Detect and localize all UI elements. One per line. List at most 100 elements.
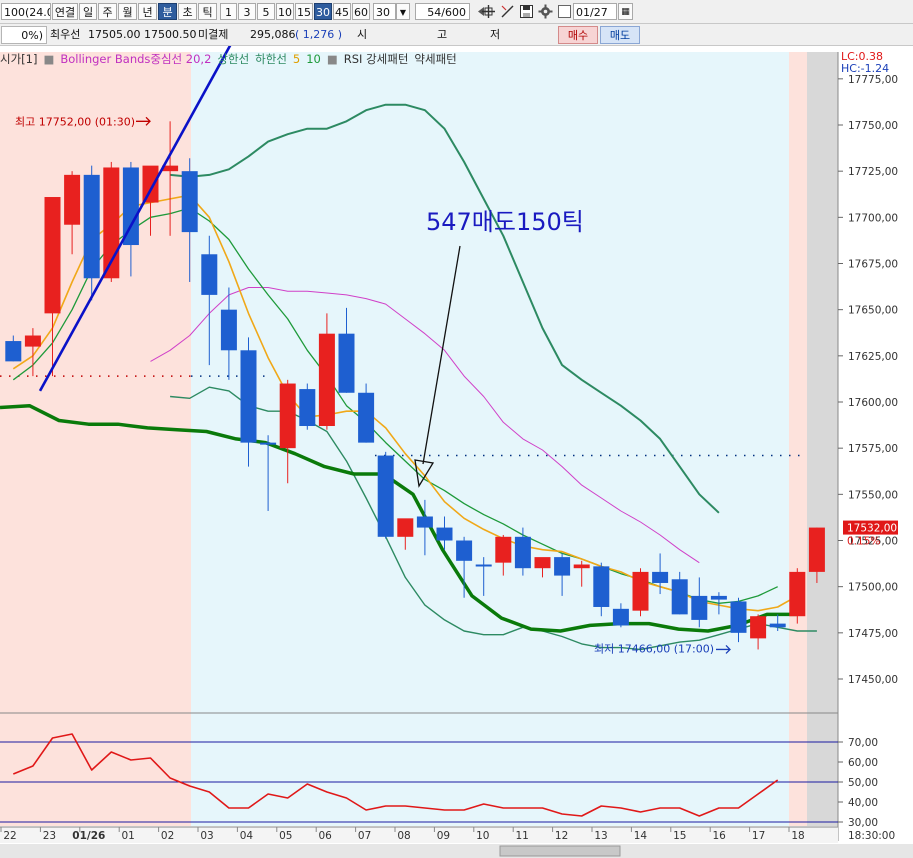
sell-button[interactable]: 매도 [600,26,640,44]
save-icon[interactable] [519,4,534,19]
period-btn-day[interactable]: 일 [79,3,97,20]
price-tick-label: 17475,00 [848,628,898,640]
open-interest-change: ( 1,276 ) [295,28,343,41]
time-axis-label: 11 [516,830,529,842]
interval-select[interactable]: 30 [373,3,396,20]
interval-btn-3[interactable]: 3 [238,3,256,20]
candle-bull [789,571,806,617]
interval-btn-30[interactable]: 30 [314,3,332,20]
period-btn-minute[interactable]: 분 [158,3,177,20]
legend-ma5: 5 [292,52,301,66]
price-tick-label: 17450,00 [848,674,898,686]
legend-ma10: 10 [306,52,321,66]
legend-square-icon-2: ■ [326,52,338,66]
period-btn-week[interactable]: 주 [98,3,117,20]
price-tick-label: 17600,00 [848,397,898,409]
high-annotation: 최고 17752,00 (01:30) [15,115,135,128]
open-interest-label: 미결제 [198,28,229,41]
period-btn-connected[interactable]: 연결 [52,3,78,20]
candle-bull [44,197,61,314]
count-field[interactable]: 54/600 [415,3,470,20]
price-tick-label: 17675,00 [848,259,898,271]
time-axis-label: 06 [319,830,333,842]
crosshair-icon[interactable] [481,4,496,19]
candle-bear [612,608,629,626]
candle-bear [240,350,257,443]
period-btn-second[interactable]: 초 [178,3,197,20]
price-tick-label: 17725,00 [848,166,898,178]
price-tick-label: 17575,00 [848,443,898,455]
time-axis-label: 02 [161,830,174,842]
candle-bull [534,557,551,569]
period-btn-year[interactable]: 년 [138,3,157,20]
open-interest-value: 295,086 [250,28,296,41]
candle-bear [201,254,218,295]
period-btn-month[interactable]: 월 [118,3,137,20]
interval-btn-10[interactable]: 10 [276,3,294,20]
legend-rsi-strong: RSI 강세패턴 [343,52,409,66]
time-axis-label: 14 [634,830,648,842]
candle-bull [64,174,81,225]
candle-bear [436,527,453,541]
candle-bear [691,595,708,620]
interval-btn-60[interactable]: 60 [352,3,370,20]
horizontal-scrollbar [0,844,913,858]
last-change-label: 0.15% [847,536,880,548]
legend-series: 시가[1] [0,52,38,66]
candle-bull [808,527,825,572]
candle-bear [456,540,473,561]
candle-bear [769,623,786,628]
interval-btn-5[interactable]: 5 [257,3,275,20]
price-tick-label: 17750,00 [848,120,898,132]
rsi-tick-label: 40,00 [848,797,878,809]
date-checkbox[interactable] [558,5,571,18]
candle-bear [299,389,316,427]
time-axis-label: 23 [43,830,56,842]
indicator-legend: 시가[1] ■ Bollinger Bands중심선 20,2 상한선 하한선 5 10 ■ R… [0,51,463,67]
candle-bear [710,595,727,600]
time-axis-label: 09 [437,830,450,842]
legend-bb-mid: Bollinger Bands중심선 20,2 [60,52,212,66]
candle-bear [593,566,610,607]
time-axis-label: 10 [476,830,489,842]
interval-btn-1[interactable]: 1 [220,3,237,20]
price-chart[interactable]: 17775,00 17750,00 17725,00 17700,00 17675,00… [0,46,913,858]
chart-toolbar: 100(24.0 연결 일 주 월 년 분 초 틱 1 3 5 10 15 30… [0,0,913,24]
buy-button[interactable]: 매수 [558,26,598,44]
rsi-tick-label: 30,00 [848,817,878,829]
time-axis-label: 15 [673,830,686,842]
candle-bear [730,601,747,633]
custom-annotation: 547매도150틱 [426,208,584,236]
code-field[interactable]: 100(24.0 [1,3,51,20]
time-axis-label: 17 [752,830,765,842]
price-tick-label: 17700,00 [848,212,898,224]
price-tick-label: 17650,00 [848,305,898,317]
candle-bull [24,335,41,347]
low-annotation: 최저 17466,00 (17:00) [594,642,714,655]
time-axis-label: 16 [713,830,727,842]
interval-dropdown-arrow-icon[interactable]: ▼ [396,3,410,20]
period-btn-tick[interactable]: 틱 [198,3,217,20]
draw-line-icon[interactable] [500,4,515,19]
calendar-icon[interactable]: ▦ [618,3,633,20]
high-price-label: 고 [437,28,448,41]
candle-bear [475,564,492,567]
candle-bear [5,341,22,362]
time-axis-label: 07 [358,830,371,842]
candle-bear [181,171,198,233]
rsi-tick-label: 50,00 [848,777,878,789]
candle-bear [671,579,688,615]
candle-bull [495,536,512,563]
time-axis-label: 05 [279,830,292,842]
legend-rsi-weak: 약세패턴 [414,52,457,66]
candle-bear [358,392,375,443]
rsi-tick-label: 70,00 [848,737,878,749]
interval-btn-15[interactable]: 15 [295,3,313,20]
gear-icon[interactable] [538,4,553,19]
candle-bull [142,165,159,203]
best-bid-label: 최우선 [50,28,81,41]
candle-bear [83,174,100,279]
quote-bar: 0%) 최우선 17505.00 17500.50 미결제 295,086 ( … [0,24,913,46]
interval-btn-45[interactable]: 45 [333,3,351,20]
date-field[interactable]: 01/27 [573,3,617,20]
